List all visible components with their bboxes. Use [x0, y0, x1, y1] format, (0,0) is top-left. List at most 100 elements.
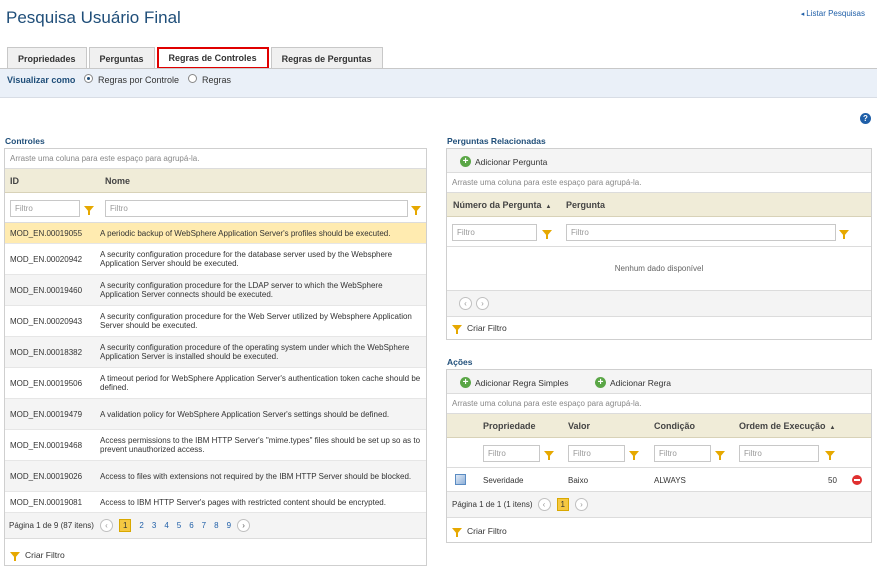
- table-row[interactable]: MOD_EN.00020942 A security configuration …: [5, 244, 426, 275]
- table-row[interactable]: Severidade Baixo ALWAYS 50: [447, 468, 871, 492]
- filter-icon: [452, 325, 462, 334]
- row-nome: A timeout period for WebSphere Applicati…: [100, 374, 421, 392]
- list-surveys-link[interactable]: ◂ Listar Pesquisas: [801, 9, 865, 18]
- col-id-header[interactable]: ID: [10, 176, 19, 186]
- row-propriedade: Severidade: [483, 476, 524, 485]
- nome-filter-icon[interactable]: [411, 206, 421, 215]
- tab-regras-de-perguntas[interactable]: Regras de Perguntas: [270, 47, 383, 69]
- id-filter-input[interactable]: Filtro: [10, 200, 80, 217]
- filter-icon: [10, 552, 20, 561]
- page-1[interactable]: 1: [118, 519, 132, 532]
- table-row[interactable]: MOD_EN.00019479 A validation policy for W…: [5, 399, 426, 430]
- prev-page-icon[interactable]: ‹: [99, 519, 113, 532]
- page-8[interactable]: 8: [214, 521, 218, 530]
- row-id: MOD_EN.00019081: [10, 497, 83, 507]
- condicao-filter-input[interactable]: Filtro: [654, 445, 711, 462]
- table-row[interactable]: MOD_EN.00019026 Access to files with exte…: [5, 461, 426, 492]
- row-id: MOD_EN.00019460: [10, 285, 83, 295]
- tab-propriedades[interactable]: Propriedades: [7, 47, 87, 69]
- row-nome: Access to files with extensions not requ…: [100, 471, 412, 481]
- perguntas-grid: + Adicionar Pergunta Arraste uma coluna p…: [446, 148, 872, 340]
- row-nome: A security configuration procedure of th…: [100, 343, 410, 361]
- table-row[interactable]: MOD_EN.00019460 A security configuration …: [5, 275, 426, 306]
- tab-perguntas[interactable]: Perguntas: [88, 47, 155, 69]
- add-simple-rule-button[interactable]: + Adicionar Regra Simples: [460, 377, 569, 388]
- row-id: MOD_EN.00019506: [10, 378, 83, 388]
- id-filter-icon[interactable]: [84, 206, 94, 215]
- controles-rows: MOD_EN.00019055 A periodic backup of WebS…: [5, 223, 426, 513]
- add-question-button[interactable]: + Adicionar Pergunta: [460, 156, 547, 167]
- row-nome: A validation policy for WebSphere Applic…: [100, 409, 390, 419]
- page-5[interactable]: 5: [177, 521, 181, 530]
- criar-filtro-label: Criar Filtro: [467, 323, 507, 333]
- table-row[interactable]: MOD_EN.00019468 Access permissions to the…: [5, 430, 426, 461]
- sort-asc-icon: ▲: [545, 204, 552, 210]
- table-row[interactable]: MOD_EN.00020943 A security configuration …: [5, 306, 426, 337]
- acoes-grid: + Adicionar Regra Simples + Adicionar Regr…: [446, 369, 872, 543]
- perguntas-title: Perguntas Relacionadas: [447, 136, 546, 146]
- acoes-title: Ações: [447, 357, 473, 367]
- criar-filtro-link[interactable]: Criar Filtro: [10, 550, 65, 561]
- page-7[interactable]: 7: [202, 521, 206, 530]
- radio-regras-por-controle[interactable]: [84, 74, 93, 83]
- col-numero-label: Número da Pergunta: [453, 200, 542, 210]
- col-valor-header[interactable]: Valor: [568, 421, 590, 431]
- row-nome: A security configuration procedure for t…: [100, 312, 412, 330]
- table-row[interactable]: MOD_EN.00019081 Access to IBM HTTP Server…: [5, 492, 426, 513]
- row-id: MOD_EN.00019026: [10, 471, 83, 481]
- filter-row: Filtro Filtro Filtro Filtro: [447, 438, 871, 468]
- next-page-icon[interactable]: ›: [476, 297, 489, 310]
- page-2[interactable]: 2: [139, 521, 143, 530]
- table-row[interactable]: MOD_EN.00018382 A security configuration …: [5, 337, 426, 368]
- propriedade-filter-icon[interactable]: [544, 451, 554, 460]
- col-ordem-header[interactable]: Ordem de Execução ▲: [739, 421, 836, 431]
- add-rule-button[interactable]: + Adicionar Regra: [595, 377, 671, 388]
- col-numero-header[interactable]: Número da Pergunta ▲: [453, 200, 551, 210]
- prev-page-icon[interactable]: ‹: [459, 297, 472, 310]
- page-1[interactable]: 1: [556, 498, 569, 511]
- pergunta-filter-icon[interactable]: [839, 230, 849, 239]
- criar-filtro-link[interactable]: Criar Filtro: [452, 526, 507, 537]
- ordem-filter-input[interactable]: Filtro: [739, 445, 819, 462]
- controles-grid: Arraste uma coluna para este espaço para…: [4, 148, 427, 566]
- col-propriedade-header[interactable]: Propriedade: [483, 421, 536, 431]
- perguntas-pager: ‹ ›: [447, 291, 871, 317]
- row-id: MOD_EN.00020943: [10, 316, 83, 326]
- radio-regras[interactable]: [188, 74, 197, 83]
- add-simple-rule-label: Adicionar Regra Simples: [475, 377, 569, 388]
- nome-filter-input[interactable]: Filtro: [105, 200, 408, 217]
- col-ordem-label: Ordem de Execução: [739, 421, 826, 431]
- caret-left-icon: ◂: [800, 11, 805, 18]
- row-nome: A periodic backup of WebSphere Applicati…: [100, 228, 391, 238]
- page-6[interactable]: 6: [189, 521, 193, 530]
- criar-filtro-link[interactable]: Criar Filtro: [452, 323, 507, 334]
- next-page-icon[interactable]: ›: [574, 498, 588, 511]
- edit-icon[interactable]: [455, 474, 466, 485]
- page-4[interactable]: 4: [164, 521, 168, 530]
- delete-icon[interactable]: [852, 475, 862, 485]
- group-hint: Arraste uma coluna para este espaço para…: [447, 173, 871, 193]
- col-nome-header[interactable]: Nome: [105, 176, 130, 186]
- page-3[interactable]: 3: [152, 521, 156, 530]
- prev-page-icon[interactable]: ‹: [537, 498, 551, 511]
- valor-filter-input[interactable]: Filtro: [568, 445, 625, 462]
- page-9[interactable]: 9: [227, 521, 231, 530]
- help-icon[interactable]: ?: [860, 113, 871, 124]
- table-row[interactable]: MOD_EN.00019055 A periodic backup of WebS…: [5, 223, 426, 244]
- numero-filter-icon[interactable]: [542, 230, 552, 239]
- controles-pager: Página 1 de 9 (87 itens) ‹ 1 2 3 4 5 6 7…: [5, 513, 426, 539]
- group-hint: Arraste uma coluna para este espaço para…: [447, 394, 871, 414]
- radio-label-regras: Regras: [202, 75, 232, 85]
- col-pergunta-header[interactable]: Pergunta: [566, 200, 605, 210]
- next-page-icon[interactable]: ›: [237, 519, 251, 532]
- tab-regras-de-controles[interactable]: Regras de Controles: [156, 47, 269, 69]
- numero-filter-input[interactable]: Filtro: [452, 224, 537, 241]
- valor-filter-icon[interactable]: [629, 451, 639, 460]
- table-row[interactable]: MOD_EN.00019506 A timeout period for WebS…: [5, 368, 426, 399]
- pergunta-filter-input[interactable]: Filtro: [566, 224, 836, 241]
- col-condicao-header[interactable]: Condição: [654, 421, 695, 431]
- grid-header: Número da Pergunta ▲ Pergunta: [447, 193, 871, 217]
- condicao-filter-icon[interactable]: [715, 451, 725, 460]
- propriedade-filter-input[interactable]: Filtro: [483, 445, 540, 462]
- ordem-filter-icon[interactable]: [825, 451, 835, 460]
